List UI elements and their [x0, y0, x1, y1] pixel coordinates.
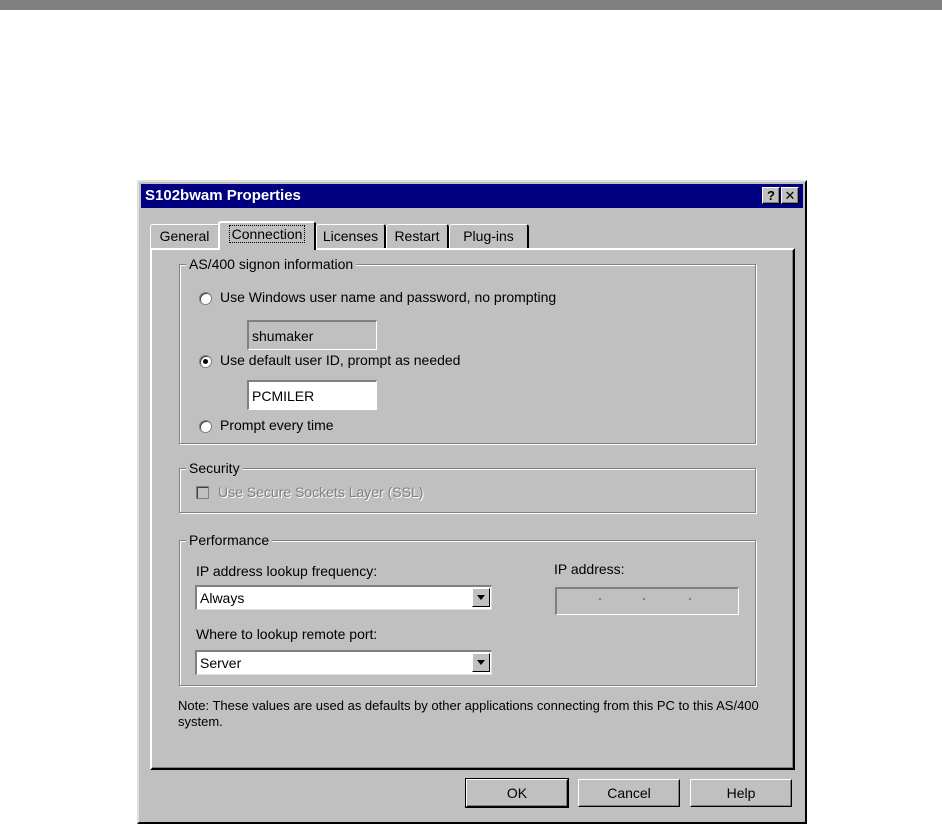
- tab-restart[interactable]: Restart: [386, 224, 449, 248]
- default-user-text[interactable]: [252, 382, 376, 410]
- radio-default-label: Use default user ID, prompt as needed: [220, 352, 461, 368]
- performance-legend: Performance: [186, 531, 273, 549]
- tab-connection[interactable]: Connection: [218, 221, 316, 250]
- ip-dot: [689, 598, 691, 600]
- radio-prompt-every-time[interactable]: [199, 420, 212, 433]
- ip-dot: [599, 598, 601, 600]
- cancel-button[interactable]: Cancel: [578, 779, 680, 807]
- close-icon[interactable]: ✕: [781, 187, 799, 204]
- radio-windows-label: Use Windows user name and password, no p…: [220, 289, 557, 305]
- remote-port-value: Server: [200, 655, 242, 671]
- ssl-label: Use Secure Sockets Layer (SSL): [218, 484, 424, 500]
- radio-default-user[interactable]: [199, 355, 212, 368]
- radio-prompt-label: Prompt every time: [220, 417, 334, 433]
- windows-user-value: shumaker: [252, 328, 314, 344]
- chevron-down-icon[interactable]: [472, 653, 490, 672]
- remote-port-label: Where to lookup remote port:: [196, 626, 378, 642]
- top-band: [0, 0, 942, 10]
- ip-address-label: IP address:: [554, 561, 625, 577]
- help-button[interactable]: Help: [690, 779, 792, 807]
- chevron-down-icon[interactable]: [472, 588, 490, 607]
- tab-plug-ins-label: Plug-ins: [463, 228, 514, 244]
- ip-address-field: [555, 587, 739, 615]
- ip-dot: [643, 598, 645, 600]
- tab-plug-ins[interactable]: Plug-ins: [449, 224, 529, 248]
- tab-restart-label: Restart: [394, 228, 440, 244]
- remote-port-select[interactable]: Server: [195, 650, 492, 675]
- default-user-input[interactable]: [247, 380, 377, 410]
- lookup-frequency-value: Always: [200, 590, 245, 606]
- windows-user-field: shumaker: [247, 320, 377, 350]
- lookup-frequency-label: IP address lookup frequency:: [196, 563, 378, 579]
- security-legend: Security: [186, 459, 243, 477]
- tab-licenses-label: Licenses: [322, 228, 379, 244]
- signon-legend: AS/400 signon information: [186, 255, 357, 273]
- window-title: S102bwam Properties: [145, 187, 301, 204]
- title-bar: S102bwam Properties ? ✕: [141, 184, 803, 208]
- help-icon[interactable]: ?: [762, 187, 780, 204]
- tab-licenses[interactable]: Licenses: [316, 224, 386, 248]
- lookup-frequency-select[interactable]: Always: [195, 585, 492, 610]
- defaults-note: Note: These values are used as defaults …: [178, 698, 759, 729]
- tab-connection-label: Connection: [228, 225, 306, 243]
- ssl-checkbox[interactable]: [196, 486, 209, 499]
- tab-general[interactable]: General: [150, 224, 220, 248]
- tab-general-label: General: [159, 228, 210, 244]
- properties-dialog: S102bwam Properties ? ✕ General Connecti…: [137, 180, 807, 824]
- ok-button[interactable]: OK: [465, 778, 569, 808]
- radio-windows-credentials[interactable]: [199, 292, 212, 305]
